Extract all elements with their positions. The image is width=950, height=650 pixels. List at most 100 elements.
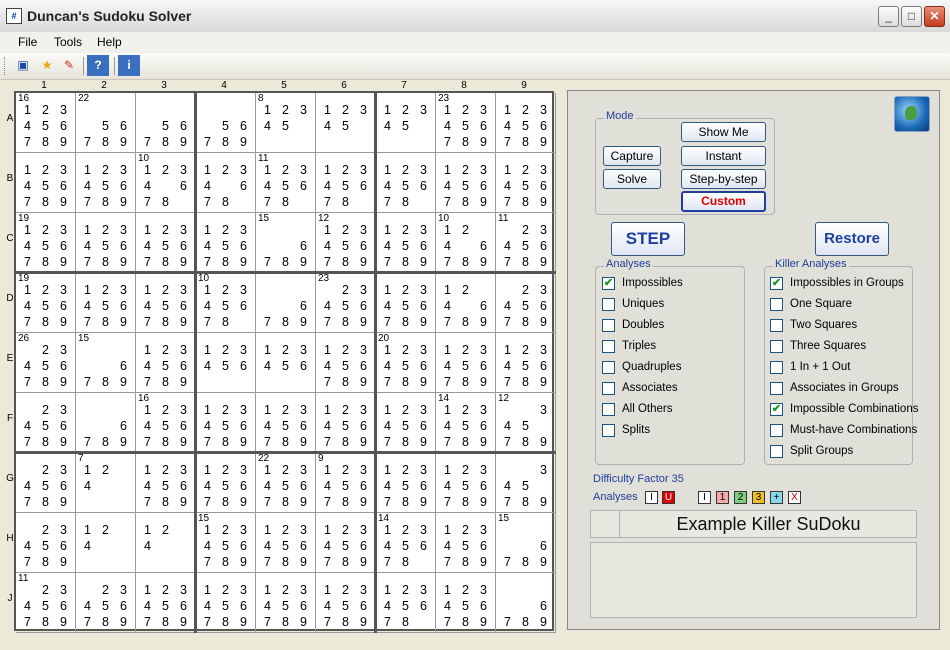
- grid-cell[interactable]: 123 456 789: [496, 333, 556, 393]
- grid-cell[interactable]: 123 456 789: [16, 153, 76, 213]
- custom-button[interactable]: Custom: [681, 191, 766, 212]
- grid-cell[interactable]: 123 4 6 78: [196, 153, 256, 213]
- grid-cell[interactable]: 123 456 789: [256, 513, 316, 573]
- grid-cell[interactable]: 19 1 2 3 4 5 6 7 8 9: [16, 213, 76, 273]
- close-button[interactable]: ✕: [924, 6, 945, 27]
- grid-cell[interactable]: 123 456 789: [136, 273, 196, 333]
- grid-cell[interactable]: 7124: [76, 453, 136, 513]
- grid-cell[interactable]: 123 456 78: [376, 573, 436, 633]
- toolbar-grip[interactable]: [4, 57, 8, 75]
- grid-cell[interactable]: 3 45789: [496, 453, 556, 513]
- step-button[interactable]: STEP: [611, 222, 685, 256]
- grid-cell[interactable]: 22 5 6 7 8 9: [76, 93, 136, 153]
- grid-cell[interactable]: 123 456 789: [136, 333, 196, 393]
- grid-cell[interactable]: 123 456 789: [256, 573, 316, 633]
- grid-cell[interactable]: 9123456789: [316, 453, 376, 513]
- grid-cell[interactable]: 23 456 789: [76, 573, 136, 633]
- grid-cell[interactable]: 124: [76, 513, 136, 573]
- checkbox[interactable]: [770, 445, 783, 458]
- grid-cell[interactable]: 123 456 789: [136, 213, 196, 273]
- checkbox[interactable]: [770, 319, 783, 332]
- grid-cell[interactable]: 16 1 2 3 4 5 6 7 8 9: [16, 93, 76, 153]
- grid-cell[interactable]: 10 1 2 4 6 7 8 9: [436, 213, 496, 273]
- grid-cell[interactable]: 123 456 789: [76, 153, 136, 213]
- grid-cell[interactable]: 6 789: [76, 393, 136, 453]
- checkbox[interactable]: ✔: [602, 277, 615, 290]
- puzzle-title-field[interactable]: Example Killer SuDoku: [590, 510, 917, 538]
- grid-cell[interactable]: 20 1 2 3 4 5 6 7 8 9: [376, 333, 436, 393]
- grid-cell[interactable]: 6 789: [496, 573, 556, 633]
- checkbox[interactable]: [602, 403, 615, 416]
- grid-cell[interactable]: 123 456 789: [316, 393, 376, 453]
- grid-cell[interactable]: 123 456 789: [436, 573, 496, 633]
- checkbox[interactable]: [602, 319, 615, 332]
- grid-cell[interactable]: 123 456 789: [316, 513, 376, 573]
- notes-box[interactable]: [590, 542, 917, 618]
- grid-cell[interactable]: 23 2 3 4 5 6 7 8 9: [316, 273, 376, 333]
- grid-cell[interactable]: 15 6 7 8 9: [256, 213, 316, 273]
- grid-cell[interactable]: 16 1 2 3 4 5 6 7 8 9: [136, 393, 196, 453]
- save-icon[interactable]: ▣: [12, 55, 34, 76]
- instant-button[interactable]: Instant: [681, 146, 766, 166]
- grid-cell[interactable]: 11 2 3 4 5 6 7 8 9: [496, 213, 556, 273]
- checkbox[interactable]: [770, 382, 783, 395]
- menu-file[interactable]: File: [18, 35, 37, 49]
- checkbox[interactable]: [602, 382, 615, 395]
- checkbox[interactable]: [770, 424, 783, 437]
- grid-cell[interactable]: 15 6 7 8 9: [76, 333, 136, 393]
- grid-cell[interactable]: 124 6 789: [436, 273, 496, 333]
- grid-cell[interactable]: 56 789: [136, 93, 196, 153]
- grid-cell[interactable]: 123 456 78: [376, 153, 436, 213]
- grid-cell[interactable]: 14 1 2 3 4 5 6 7 8: [376, 513, 436, 573]
- grid-cell[interactable]: 123 456 789: [436, 513, 496, 573]
- grid-cell[interactable]: 123 456 789: [496, 93, 556, 153]
- solve-button[interactable]: Solve: [603, 169, 661, 189]
- grid-cell[interactable]: 812345: [256, 93, 316, 153]
- grid-cell[interactable]: 19 1 2 3 4 5 6 7 8 9: [16, 273, 76, 333]
- grid-cell[interactable]: 6 789: [256, 273, 316, 333]
- grid-cell[interactable]: 123 456 789: [136, 573, 196, 633]
- grid-cell[interactable]: 56 789: [196, 93, 256, 153]
- grid-cell[interactable]: 10 1 2 3 4 5 6 7 8: [196, 273, 256, 333]
- restore-button[interactable]: Restore: [815, 222, 889, 256]
- checkbox[interactable]: [770, 340, 783, 353]
- grid-cell[interactable]: 22 1 2 3 4 5 6 7 8 9: [256, 453, 316, 513]
- checkbox[interactable]: [602, 298, 615, 311]
- grid-cell[interactable]: 124: [136, 513, 196, 573]
- checkbox[interactable]: ✔: [770, 403, 783, 416]
- grid-cell[interactable]: 123 456 789: [76, 273, 136, 333]
- grid-cell[interactable]: 123 456: [256, 333, 316, 393]
- checkbox[interactable]: [602, 361, 615, 374]
- grid-cell[interactable]: 123 456 789: [436, 153, 496, 213]
- grid-cell[interactable]: 123 456 789: [376, 453, 436, 513]
- grid-cell[interactable]: 23 456 789: [16, 453, 76, 513]
- grid-cell[interactable]: 23 456 789: [16, 393, 76, 453]
- grid-cell[interactable]: 123 456 789: [496, 153, 556, 213]
- grid-cell[interactable]: 123 456: [196, 333, 256, 393]
- grid-cell[interactable]: 14 1 2 3 4 5 6 7 8 9: [436, 393, 496, 453]
- grid-cell[interactable]: 123 456 789: [316, 333, 376, 393]
- grid-cell[interactable]: 123 456 789: [376, 213, 436, 273]
- globe-icon[interactable]: [894, 96, 930, 132]
- grid-cell[interactable]: 11 2 3 4 5 6 7 8 9: [16, 573, 76, 633]
- maximize-button[interactable]: □: [901, 6, 922, 27]
- grid-cell[interactable]: 123 456 789: [256, 393, 316, 453]
- grid-cell[interactable]: 123 45: [316, 93, 376, 153]
- grid-cell[interactable]: 123 456 789: [436, 453, 496, 513]
- star-icon[interactable]: ★: [36, 55, 58, 76]
- grid-cell[interactable]: 15 6 7 8 9: [496, 513, 556, 573]
- grid-cell[interactable]: 123 456 789: [196, 573, 256, 633]
- show-me-button[interactable]: Show Me: [681, 122, 766, 142]
- checkbox[interactable]: [770, 361, 783, 374]
- grid-cell[interactable]: 23 456 789: [496, 273, 556, 333]
- grid-cell[interactable]: 123 45: [376, 93, 436, 153]
- grid-cell[interactable]: 12 3 4 5 7 8 9: [496, 393, 556, 453]
- grid-cell[interactable]: 23 1 2 3 4 5 6 7 8 9: [436, 93, 496, 153]
- checkbox[interactable]: [602, 340, 615, 353]
- grid-cell[interactable]: 123 456 789: [316, 573, 376, 633]
- info-icon[interactable]: i: [118, 55, 140, 76]
- document-icon[interactable]: ✎: [58, 55, 80, 76]
- grid-cell[interactable]: 26 2 3 4 5 6 7 8 9: [16, 333, 76, 393]
- minimize-button[interactable]: _: [878, 6, 899, 27]
- grid-cell[interactable]: 123 456 789: [196, 213, 256, 273]
